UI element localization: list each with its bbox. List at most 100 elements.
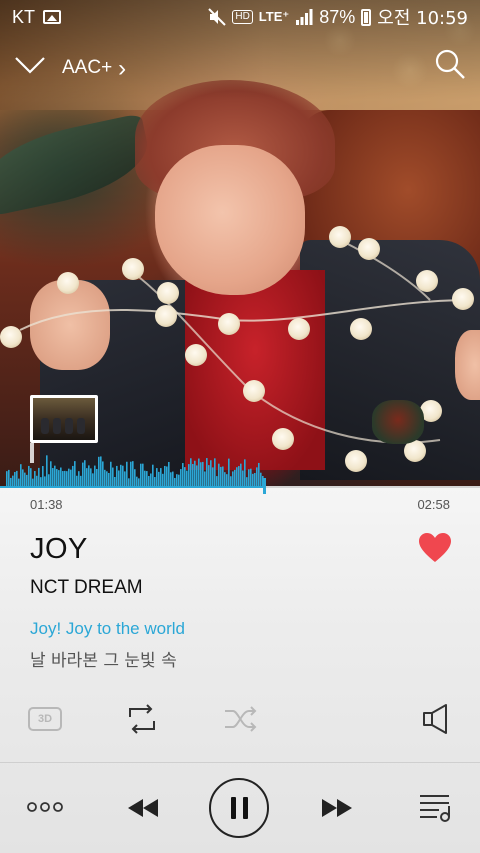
waveform-bar [18, 478, 20, 486]
progress-bar-thumb[interactable] [263, 478, 266, 494]
waveform-bar [32, 478, 34, 486]
waveform-bar [230, 476, 232, 486]
waveform-bar [138, 478, 140, 486]
video-thumbnail[interactable] [30, 395, 98, 443]
waveform-bar [40, 477, 42, 486]
waveform-bar [122, 465, 124, 486]
waveform-bar [218, 463, 220, 486]
lyrics-next-line[interactable]: 날 바라본 그 눈빛 속 [30, 646, 177, 671]
waveform-bar [16, 470, 18, 486]
waveform-bar [120, 464, 122, 486]
waveform-bar [86, 468, 88, 486]
waveform-bar [128, 478, 130, 486]
waveform-bar [56, 469, 58, 486]
total-time: 02:58 [417, 497, 450, 512]
waveform-bar [220, 466, 222, 486]
waveform-bar [126, 461, 128, 486]
waveform-bar [180, 469, 182, 486]
waveform-bar [226, 474, 228, 486]
playlist-icon[interactable] [419, 793, 453, 823]
progress-bar-fill [0, 486, 264, 488]
waveform-bar [162, 473, 164, 486]
waveform-bar [160, 468, 162, 486]
waveform-bar [98, 456, 100, 486]
lyrics-current-line[interactable]: Joy! Joy to the world [30, 619, 185, 639]
waveform-bar [208, 465, 210, 486]
waveform-bar [38, 467, 40, 486]
audio-format-label: AAC+ [62, 57, 113, 78]
shuffle-icon[interactable] [224, 705, 258, 733]
waveform-bar [54, 465, 56, 486]
waveform-bar [170, 472, 172, 486]
artwork-light [288, 318, 310, 340]
waveform-bar [78, 471, 80, 486]
waveform-bar [154, 477, 156, 486]
waveform-bar [24, 472, 26, 486]
waveform-bar [96, 469, 98, 486]
waveform-bar [118, 470, 120, 486]
waveform-bar [52, 468, 54, 486]
waveform-bar [150, 473, 152, 486]
waveform-bar [202, 461, 204, 486]
waveform-bar [234, 469, 236, 486]
waveform-bar [198, 458, 200, 486]
waveform-bar [94, 465, 96, 486]
search-icon[interactable] [434, 48, 466, 80]
chevron-down-icon[interactable] [14, 52, 46, 78]
waveform-bar [248, 469, 250, 486]
waveform-bar [256, 467, 258, 486]
artwork-light [57, 272, 79, 294]
artwork-light [185, 344, 207, 366]
repeat-icon[interactable] [126, 704, 158, 734]
artwork-light [452, 288, 474, 310]
waveform-bar [64, 470, 66, 486]
waveform-bar [194, 460, 196, 486]
more-icon[interactable] [27, 800, 63, 814]
rewind-icon[interactable] [127, 798, 159, 818]
waveform-bar [30, 468, 32, 486]
waveform-bar [114, 476, 116, 486]
artwork-light [155, 305, 177, 327]
heart-icon[interactable] [418, 532, 452, 564]
waveform-bar [204, 471, 206, 486]
waveform-bar [158, 471, 160, 486]
3d-effect-button[interactable]: 3D [28, 707, 62, 731]
waveform-bar [102, 461, 104, 486]
waveform-bar [48, 474, 50, 486]
waveform-bar [186, 470, 188, 486]
network-type-label: LTE⁺ [258, 9, 290, 24]
waveform-bar [12, 475, 14, 486]
waveform-bar [206, 458, 208, 486]
waveform-bar [124, 471, 126, 486]
battery-percent: 87% [319, 6, 356, 27]
waveform-bar [116, 465, 118, 486]
waveform-bar [216, 476, 218, 486]
artwork-light [243, 380, 265, 402]
3d-effect-label: 3D [37, 713, 53, 725]
mute-icon [208, 8, 227, 26]
waveform-bar [232, 471, 234, 486]
waveform-bar [72, 465, 74, 486]
waveform-bar [238, 466, 240, 486]
waveform-bar [82, 462, 84, 486]
waveform-bar [66, 471, 68, 486]
audio-format-button[interactable]: AAC+ › [62, 54, 127, 82]
waveform-bar [110, 461, 112, 486]
waveform-bar [246, 477, 248, 486]
waveform-bar [26, 474, 28, 486]
waveform-bar [44, 476, 46, 486]
waveform-bar [250, 468, 252, 486]
fast-forward-icon[interactable] [321, 798, 353, 818]
waveform-bar [188, 464, 190, 486]
waveform-bar [146, 471, 148, 486]
waveform-bar [142, 463, 144, 486]
waveform-bar [88, 465, 90, 486]
waveform-bar [172, 471, 174, 486]
chevron-right-icon: › [118, 54, 127, 82]
waveform-bar [214, 458, 216, 486]
waveform-bar [50, 461, 52, 486]
speaker-icon[interactable] [422, 703, 450, 735]
pause-button[interactable] [209, 778, 269, 838]
image-notification-icon [43, 10, 62, 24]
waveform-bar [240, 463, 242, 486]
